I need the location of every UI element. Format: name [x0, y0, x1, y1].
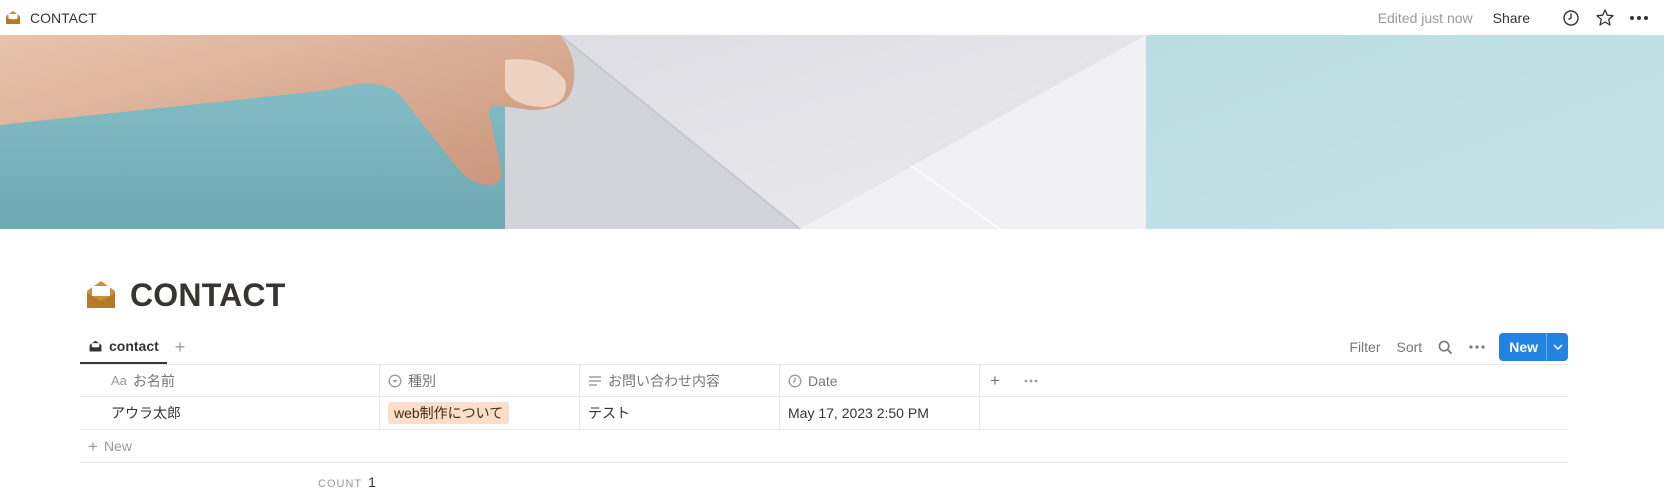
column-label: Date — [808, 372, 838, 389]
sort-button[interactable]: Sort — [1397, 339, 1423, 355]
tab-contact[interactable]: contact — [80, 330, 167, 364]
database-table: Aa お名前 種別 お問い合わせ内容 Date + アウラ太郎 web制作につい… — [80, 364, 1568, 463]
select-icon — [388, 374, 402, 388]
more-icon[interactable] — [1469, 345, 1485, 349]
top-actions: Edited just now Share — [1378, 7, 1650, 29]
breadcrumb[interactable]: CONTACT — [4, 9, 97, 27]
count-summary[interactable]: COUNT 1 — [318, 474, 376, 490]
envelope-open-icon[interactable] — [84, 278, 118, 312]
view-tabs: contact + — [80, 330, 185, 364]
clock-icon — [788, 374, 802, 388]
top-bar: CONTACT Edited just now Share — [0, 0, 1664, 35]
share-button[interactable]: Share — [1493, 10, 1530, 26]
table-header-row: Aa お名前 種別 お問い合わせ内容 Date + — [80, 364, 1568, 397]
cell-type[interactable]: web制作について — [380, 397, 580, 429]
filter-button[interactable]: Filter — [1349, 339, 1380, 355]
more-icon[interactable] — [1628, 7, 1650, 29]
cell-date[interactable]: May 17, 2023 2:50 PM — [780, 397, 980, 429]
page-title[interactable]: CONTACT — [130, 277, 285, 314]
page-header: CONTACT — [84, 272, 285, 318]
view-tools: Filter Sort New — [1333, 333, 1568, 361]
column-header-type[interactable]: 種別 — [380, 365, 580, 396]
more-icon[interactable] — [1024, 379, 1038, 383]
text-lines-icon — [588, 375, 602, 387]
column-header-content[interactable]: お問い合わせ内容 — [580, 365, 780, 396]
count-value: 1 — [368, 474, 376, 490]
new-button[interactable]: New — [1499, 333, 1546, 361]
clock-icon[interactable] — [1560, 7, 1582, 29]
edited-status: Edited just now — [1377, 9, 1473, 26]
envelope-open-icon — [4, 9, 22, 27]
cell-content[interactable]: テスト — [580, 397, 780, 429]
search-icon[interactable] — [1438, 340, 1453, 355]
new-row-label: New — [103, 438, 132, 454]
envelope-photo-cover — [0, 35, 1664, 229]
envelope-open-icon — [88, 339, 103, 354]
add-column-button[interactable]: + — [990, 371, 1000, 391]
tab-label: contact — [109, 338, 159, 354]
column-label: 種別 — [408, 372, 436, 389]
cell-empty — [980, 397, 1568, 429]
add-row-button[interactable]: + New — [80, 430, 1568, 463]
new-button-group: New — [1499, 333, 1568, 361]
cover-image[interactable] — [0, 35, 1664, 229]
view-toolbar: contact + Filter Sort New — [80, 330, 1568, 364]
breadcrumb-title: CONTACT — [30, 9, 97, 26]
column-label: お名前 — [132, 372, 175, 389]
column-label: お問い合わせ内容 — [608, 372, 720, 389]
cell-name[interactable]: アウラ太郎 — [80, 397, 380, 429]
chevron-down-icon[interactable] — [1546, 333, 1568, 361]
select-tag: web制作について — [388, 402, 510, 424]
column-header-name[interactable]: Aa お名前 — [80, 365, 380, 396]
text-type-icon: Aa — [111, 373, 127, 388]
count-label: COUNT — [318, 478, 363, 490]
plus-icon: + — [88, 436, 98, 456]
star-icon[interactable] — [1594, 7, 1616, 29]
table-row[interactable]: アウラ太郎 web制作について テスト May 17, 2023 2:50 PM — [80, 397, 1568, 430]
column-header-date[interactable]: Date — [780, 365, 980, 396]
column-header-extra: + — [980, 365, 1568, 396]
add-view-button[interactable]: + — [175, 338, 186, 356]
